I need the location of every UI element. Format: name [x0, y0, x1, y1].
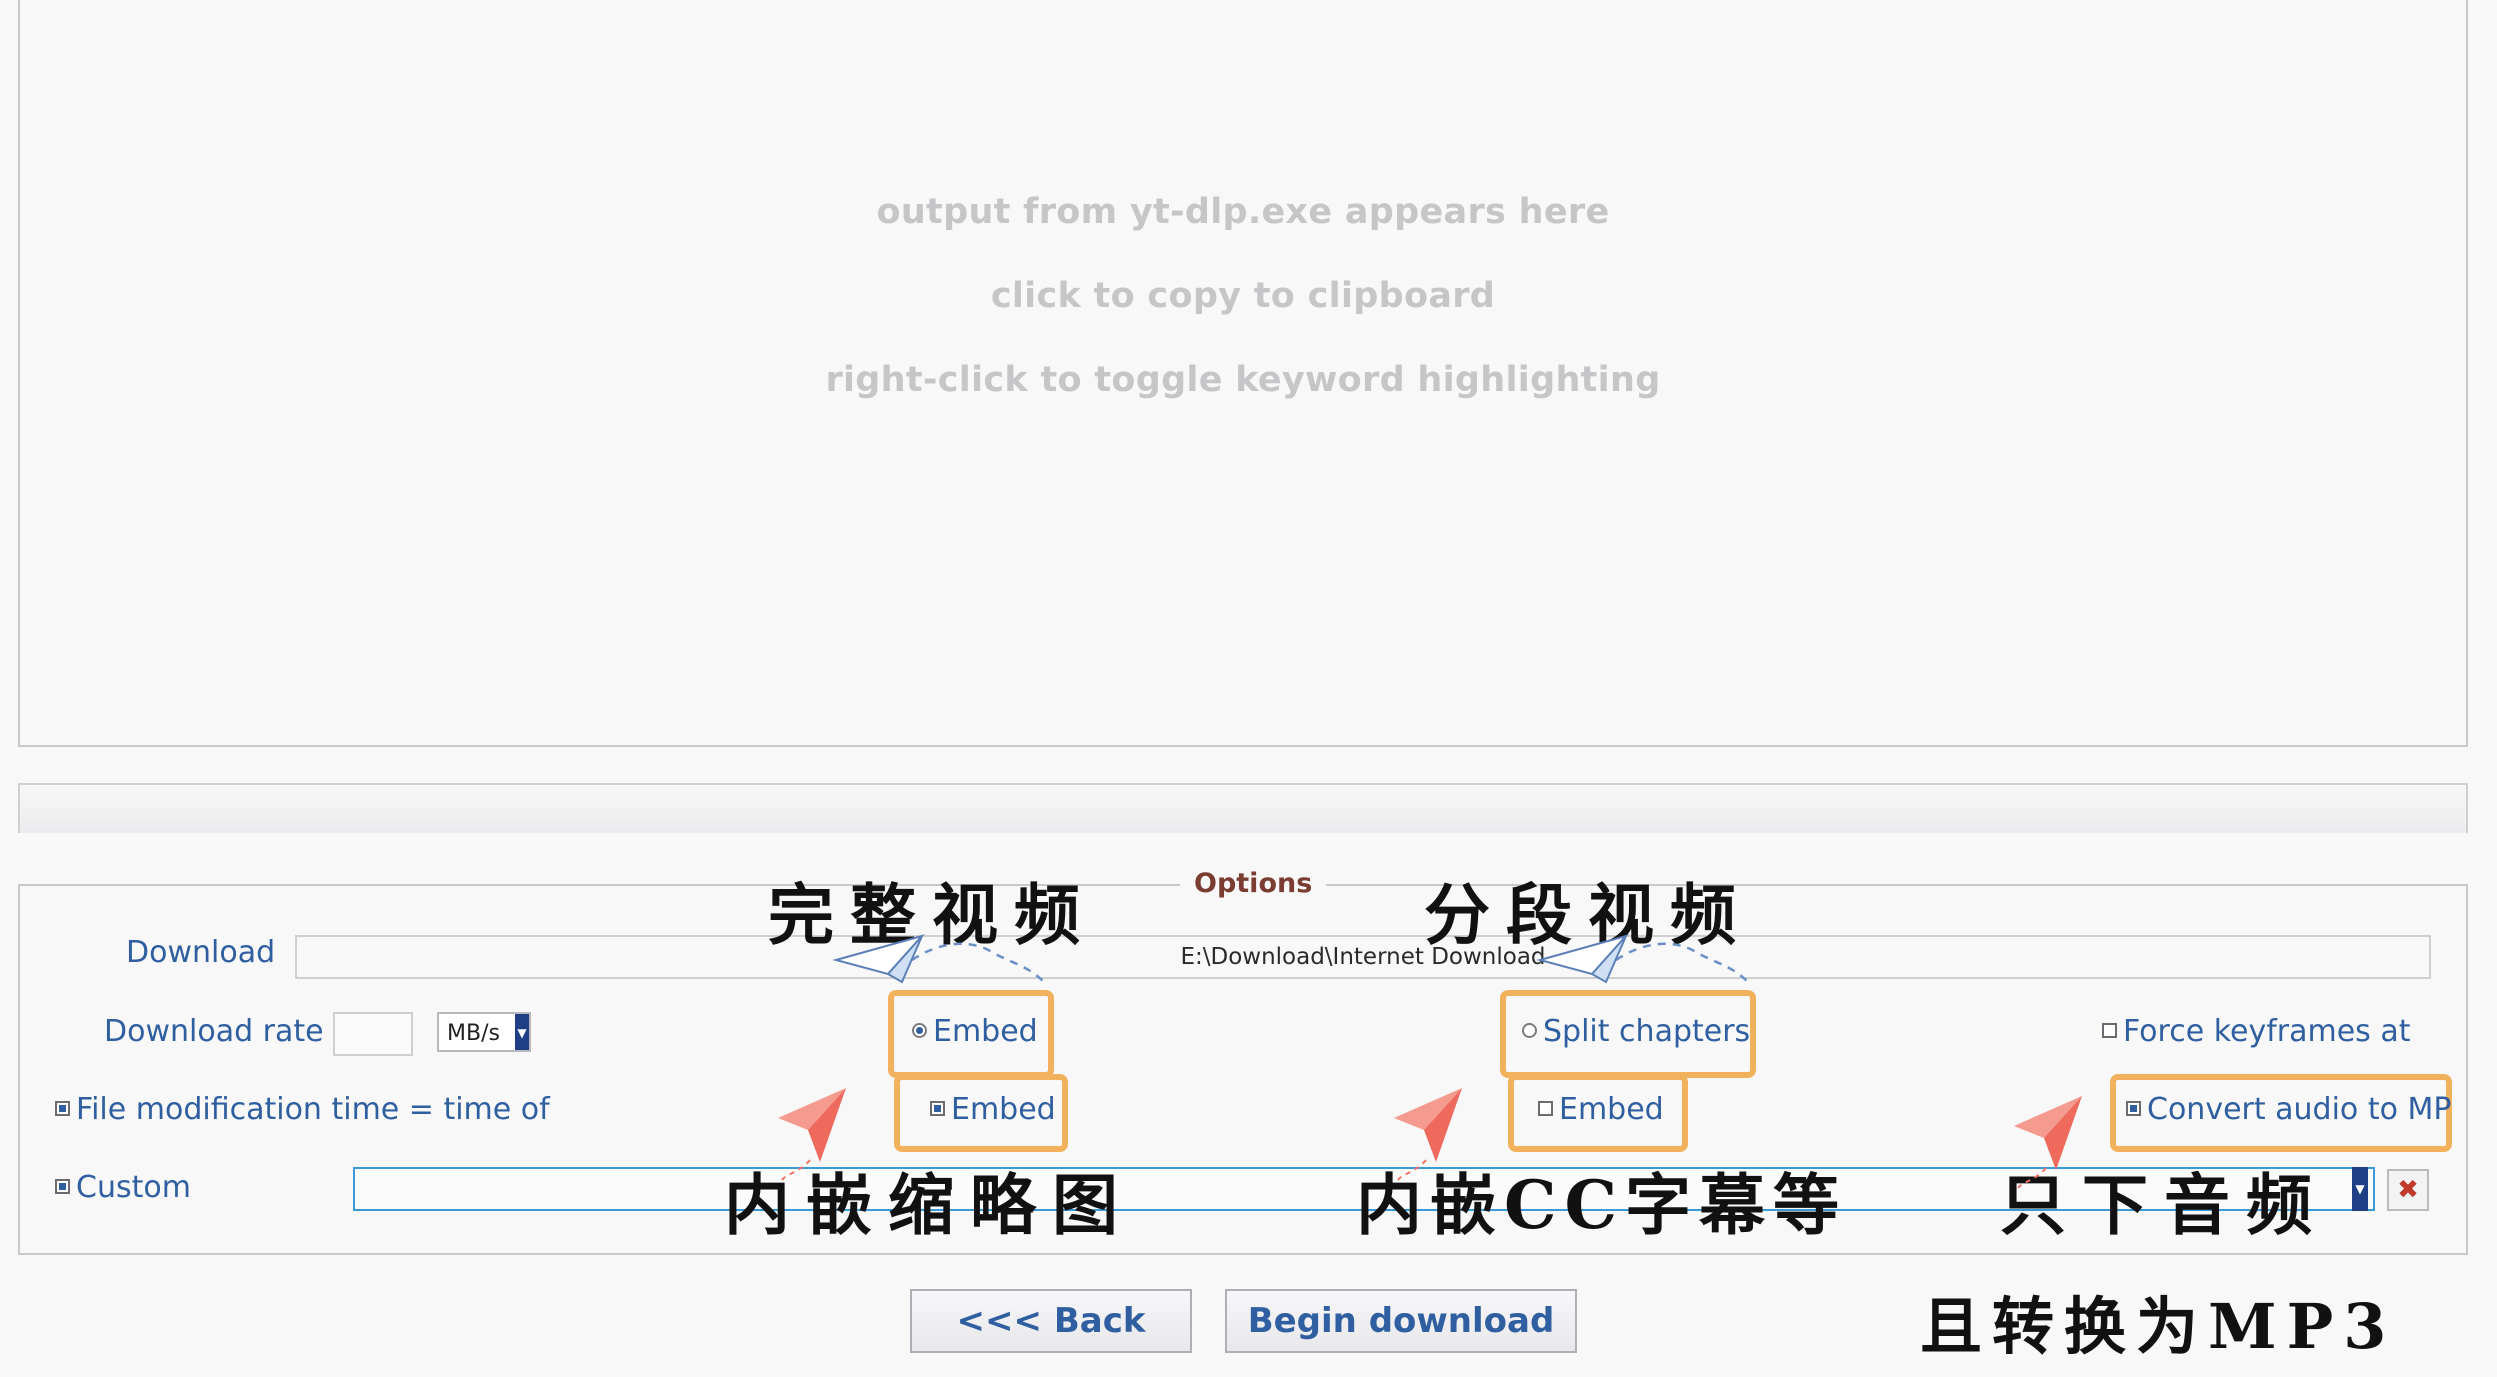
checkbox-checked-icon — [55, 1179, 70, 1194]
begin-download-button[interactable]: Begin download — [1225, 1289, 1577, 1353]
split-chapters-radio[interactable]: Split chapters — [1522, 1014, 1750, 1049]
force-keyframes-checkbox[interactable]: Force keyframes at — [2102, 1014, 2411, 1049]
rate-unit-select[interactable]: MB/s ▼ — [437, 1012, 531, 1052]
checkbox-icon — [2102, 1023, 2117, 1038]
embed-thumbnail-label: Embed — [951, 1092, 1056, 1127]
download-path-field[interactable]: E:\Download\Internet Download — [295, 935, 2431, 979]
file-mod-time-label: File modification time = time of — [76, 1092, 550, 1127]
embed-thumbnail-checkbox[interactable]: Embed — [930, 1092, 1056, 1127]
embed-video-radio[interactable]: Embed — [912, 1014, 1038, 1049]
download-rate-label: Download rate — [104, 1014, 324, 1049]
output-panel[interactable]: output from yt-dlp.exe appears here clic… — [18, 0, 2468, 747]
checkbox-checked-icon — [930, 1101, 945, 1116]
output-hint-line-3: right-click to toggle keyword highlighti… — [825, 360, 1661, 400]
embed-subs-checkbox[interactable]: Embed — [1538, 1092, 1664, 1127]
annotation-convert-mp3: 且转换为MP3 — [1920, 1290, 2397, 1363]
convert-audio-label: Convert audio to MP — [2147, 1092, 2452, 1127]
checkbox-icon — [1538, 1101, 1553, 1116]
radio-selected-icon — [912, 1023, 927, 1038]
clear-custom-button[interactable]: ✖ — [2387, 1169, 2429, 1211]
paper-plane-outline-icon — [1536, 934, 1752, 986]
rate-unit-value: MB/s — [447, 1021, 500, 1046]
progress-bar — [18, 783, 2468, 833]
back-button[interactable]: <<< Back — [910, 1289, 1192, 1353]
embed-subs-label: Embed — [1559, 1092, 1664, 1127]
custom-label: Custom — [76, 1170, 191, 1205]
checkbox-checked-icon — [2126, 1101, 2141, 1116]
paper-plane-red-icon — [778, 1088, 846, 1181]
checkbox-checked-icon — [55, 1101, 70, 1116]
force-keyframes-label: Force keyframes at — [2123, 1014, 2411, 1049]
file-mod-time-checkbox[interactable]: File modification time = time of — [55, 1092, 550, 1127]
convert-audio-checkbox[interactable]: Convert audio to MP — [2126, 1092, 2451, 1127]
chevron-down-icon: ▼ — [515, 1014, 529, 1050]
radio-icon — [1522, 1023, 1537, 1038]
options-title: Options — [1180, 868, 1327, 899]
paper-plane-outline-icon — [832, 934, 1048, 986]
split-chapters-label: Split chapters — [1543, 1014, 1751, 1049]
output-hint-line-2: click to copy to clipboard — [990, 276, 1496, 316]
paper-plane-red-icon — [2014, 1096, 2082, 1189]
paper-plane-red-icon — [1394, 1088, 1462, 1181]
close-icon: ✖ — [2397, 1175, 2419, 1205]
download-label: Download — [126, 935, 276, 970]
custom-checkbox[interactable]: Custom — [55, 1170, 191, 1205]
download-rate-input[interactable] — [333, 1012, 413, 1056]
embed-video-label: Embed — [933, 1014, 1038, 1049]
output-hint-line-1: output from yt-dlp.exe appears here — [876, 192, 1610, 232]
custom-dropdown-chevron-icon[interactable]: ▼ — [2352, 1167, 2368, 1211]
